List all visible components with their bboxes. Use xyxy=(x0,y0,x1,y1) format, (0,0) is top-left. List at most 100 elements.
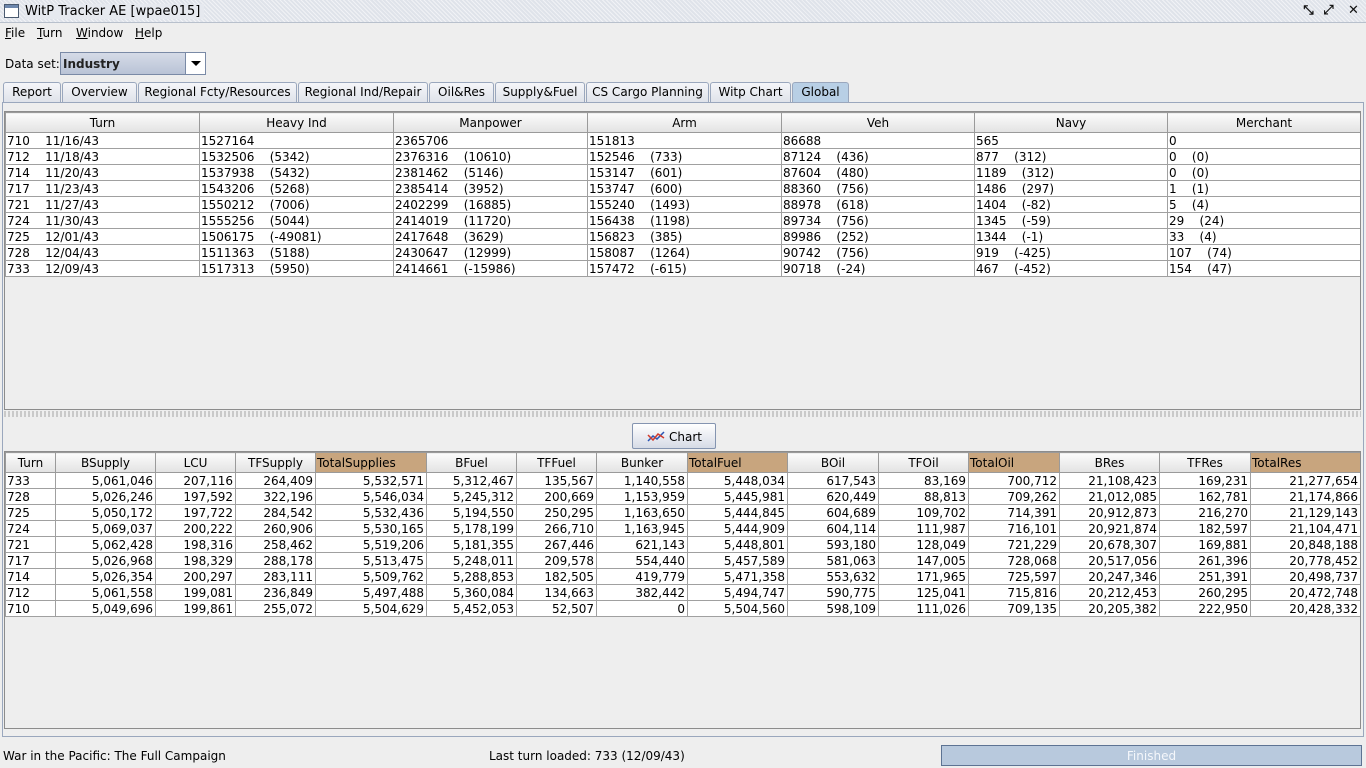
column-header[interactable]: Bunker xyxy=(596,452,688,473)
table-row[interactable]: 721 11/27/43 1550212 (7006) 2402299 (16885… xyxy=(5,196,1360,213)
supply-table-pane[interactable]: Turn BSupply LCU TFSupply TotalSupplies BFuel… xyxy=(4,451,1361,729)
table-row[interactable]: 710 11/16/43 1527164 2365706 151813 86688 565… xyxy=(5,132,1360,149)
menu-turn[interactable]: Turn xyxy=(37,26,62,40)
menu-help[interactable]: Help xyxy=(135,26,162,40)
column-header[interactable]: TotalOil xyxy=(968,452,1060,473)
table-cell: 267,446 xyxy=(516,536,597,553)
column-header[interactable]: TFRes xyxy=(1159,452,1251,473)
table-cell: 283,111 xyxy=(235,568,316,585)
column-header[interactable]: TotalFuel xyxy=(687,452,788,473)
table-cell: 52,507 xyxy=(516,600,597,617)
tab-oil-res[interactable]: Oil&Res xyxy=(429,82,494,102)
table-cell: 581,063 xyxy=(787,552,879,569)
tab-regional-fcty-resources[interactable]: Regional Fcty/Resources xyxy=(138,82,297,102)
table-cell: 198,316 xyxy=(155,536,236,553)
tab-witp-chart[interactable]: Witp Chart xyxy=(710,82,791,102)
table-cell: 88360 (756) xyxy=(781,180,975,197)
table-cell: 88,813 xyxy=(878,488,969,505)
table-cell: 1,163,650 xyxy=(596,504,688,521)
table-row[interactable]: 714 5,026,354 200,297 283,111 5,509,762 5,288… xyxy=(5,568,1360,585)
column-header[interactable]: Turn xyxy=(5,452,56,473)
table-row[interactable]: 733 5,061,046 207,116 264,409 5,532,571 5,312… xyxy=(5,472,1360,489)
tab-global[interactable]: Global xyxy=(792,82,849,103)
restore-icon[interactable]: ⤡ xyxy=(1300,3,1317,19)
column-header[interactable]: TotalRes xyxy=(1250,452,1360,473)
industry-table-pane[interactable]: Turn Heavy Ind Manpower Arm Veh Navy Merchant … xyxy=(4,111,1361,410)
table-cell: 5,457,589 xyxy=(687,552,788,569)
table-row[interactable]: 721 5,062,428 198,316 258,462 5,519,206 5,181… xyxy=(5,536,1360,553)
table-cell: 2385414 (3952) xyxy=(393,180,588,197)
column-header[interactable]: BRes xyxy=(1059,452,1160,473)
tab-regional-ind-repair[interactable]: Regional Ind/Repair xyxy=(298,82,428,102)
column-header[interactable]: Heavy Ind xyxy=(199,112,394,133)
table-cell: 598,109 xyxy=(787,600,879,617)
menu-window[interactable]: Window xyxy=(76,26,123,40)
table-cell: 89986 (252) xyxy=(781,228,975,245)
table-row[interactable]: 712 5,061,558 199,081 236,849 5,497,488 5,360… xyxy=(5,584,1360,601)
table-cell: 1543206 (5268) xyxy=(199,180,394,197)
table-row[interactable]: 714 11/20/43 1537938 (5432) 2381462 (5146)… xyxy=(5,164,1360,181)
tab-bar: Report Overview Regional Fcty/Resources Reg… xyxy=(3,82,1363,103)
table-row[interactable]: 725 12/01/43 1506175 (-49081) 2417648 (362… xyxy=(5,228,1360,245)
column-header[interactable]: Manpower xyxy=(393,112,588,133)
table-row[interactable]: 717 11/23/43 1543206 (5268) 2385414 (3952)… xyxy=(5,180,1360,197)
column-header[interactable]: Veh xyxy=(781,112,975,133)
table-cell: 153747 (600) xyxy=(587,180,782,197)
table-row[interactable]: 728 5,026,246 197,592 322,196 5,546,034 5,245… xyxy=(5,488,1360,505)
tab-report[interactable]: Report xyxy=(3,82,61,102)
table-row[interactable]: 728 12/04/43 1511363 (5188) 2430647 (12999… xyxy=(5,244,1360,261)
table-cell: 264,409 xyxy=(235,472,316,489)
table-cell: 111,026 xyxy=(878,600,969,617)
table-cell: 5,444,909 xyxy=(687,520,788,537)
table-cell: 5,049,696 xyxy=(55,600,156,617)
table-cell: 107 (74) xyxy=(1167,244,1360,261)
table-row[interactable]: 725 5,050,172 197,722 284,542 5,532,436 5,194… xyxy=(5,504,1360,521)
column-header[interactable]: BOil xyxy=(787,452,879,473)
tab-cs-cargo-planning[interactable]: CS Cargo Planning xyxy=(586,82,709,102)
table-cell: 5,069,037 xyxy=(55,520,156,537)
column-header[interactable]: Turn xyxy=(5,112,200,133)
table-row[interactable]: 724 11/30/43 1555256 (5044) 2414019 (11720… xyxy=(5,212,1360,229)
column-header[interactable]: BFuel xyxy=(426,452,517,473)
column-header[interactable]: TFSupply xyxy=(235,452,316,473)
table-row[interactable]: 733 12/09/43 1517313 (5950) 2414661 (-1598… xyxy=(5,260,1360,277)
column-header[interactable]: TFOil xyxy=(878,452,969,473)
table-cell: 284,542 xyxy=(235,504,316,521)
column-header[interactable]: BSupply xyxy=(55,452,156,473)
table-cell: 90718 (-24) xyxy=(781,260,975,277)
column-header[interactable]: LCU xyxy=(155,452,236,473)
chart-button[interactable]: Chart xyxy=(632,423,716,449)
table-cell: 162,781 xyxy=(1159,488,1251,505)
maximize-icon[interactable]: ⤢ xyxy=(1320,3,1337,19)
table-cell: 590,775 xyxy=(787,584,879,601)
chart-button-label: Chart xyxy=(669,430,702,444)
column-header[interactable]: TotalSupplies xyxy=(315,452,427,473)
table-cell: 87604 (480) xyxy=(781,164,975,181)
table-cell: 721 xyxy=(5,536,56,553)
table-cell: 0 xyxy=(596,600,688,617)
table-cell: 5,452,053 xyxy=(426,600,517,617)
column-header[interactable]: Navy xyxy=(974,112,1168,133)
tab-overview[interactable]: Overview xyxy=(62,82,137,102)
column-header[interactable]: Arm xyxy=(587,112,782,133)
table-cell: 156438 (1198) xyxy=(587,212,782,229)
column-header[interactable]: TFFuel xyxy=(516,452,597,473)
table-cell: 154 (47) xyxy=(1167,260,1360,277)
chevron-down-icon[interactable] xyxy=(185,53,205,74)
split-pane-divider[interactable] xyxy=(4,411,1361,417)
table-cell: 725,597 xyxy=(968,568,1060,585)
table-cell: 20,205,382 xyxy=(1059,600,1160,617)
close-icon[interactable]: ✕ xyxy=(1345,3,1362,19)
table-row[interactable]: 724 5,069,037 200,222 260,906 5,530,165 5,178… xyxy=(5,520,1360,537)
table-cell: 155240 (1493) xyxy=(587,196,782,213)
table-row[interactable]: 717 5,026,968 198,329 288,178 5,513,475 5,248… xyxy=(5,552,1360,569)
menu-file[interactable]: File xyxy=(5,26,25,40)
table-cell: 20,921,874 xyxy=(1059,520,1160,537)
table-row[interactable]: 710 5,049,696 199,861 255,072 5,504,629 5,452… xyxy=(5,600,1360,617)
tab-supply-fuel[interactable]: Supply&Fuel xyxy=(495,82,585,102)
table-cell: 29 (24) xyxy=(1167,212,1360,229)
column-header[interactable]: Merchant xyxy=(1167,112,1360,133)
dataset-dropdown[interactable]: Industry xyxy=(60,52,206,75)
table-row[interactable]: 712 11/18/43 1532506 (5342) 2376316 (10610… xyxy=(5,148,1360,165)
table-cell: 1345 (-59) xyxy=(974,212,1168,229)
